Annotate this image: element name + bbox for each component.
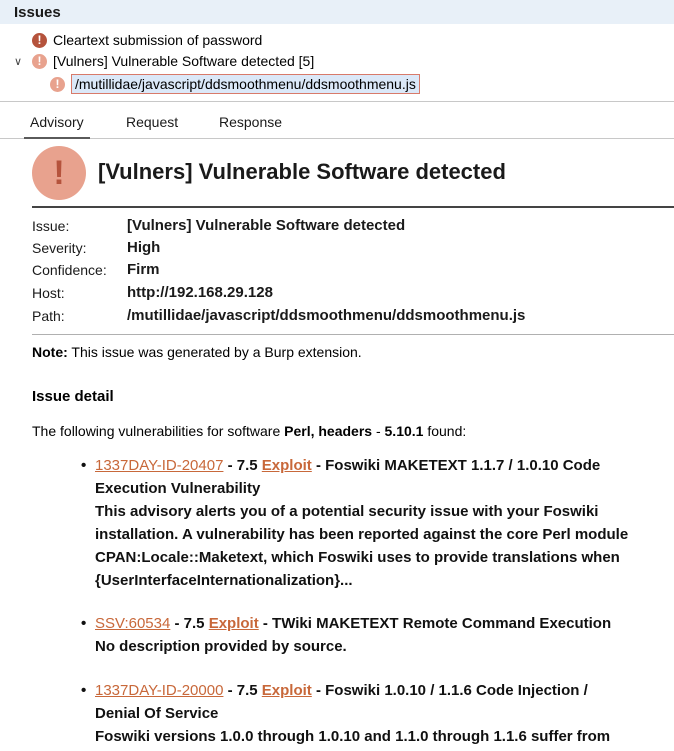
- issue-value: [Vulners] Vulnerable Software detected: [127, 217, 406, 234]
- note-label: Note:: [32, 344, 68, 360]
- tab-response[interactable]: Response: [219, 114, 282, 130]
- vuln-item: • SSV:60534 - 7.5 Exploit - TWiki MAKETE…: [81, 612, 674, 658]
- severity-value: High: [127, 239, 161, 256]
- confidence-label: Confidence:: [32, 262, 107, 278]
- vuln-id-link[interactable]: 1337DAY-ID-20407: [95, 457, 223, 474]
- tree-item-vulners[interactable]: ∨ ! [Vulners] Vulnerable Software detect…: [14, 51, 314, 71]
- tab-request[interactable]: Request: [126, 114, 178, 130]
- vuln-line: Denial Of Service: [95, 705, 219, 722]
- issue-severity-high-icon: !: [32, 32, 47, 48]
- issue-detail-intro: The following vulnerabilities for softwa…: [32, 423, 466, 439]
- advisory-heading: [Vulners] Vulnerable Software detected: [98, 159, 506, 184]
- tree-divider: [0, 101, 674, 102]
- vuln-line: No description provided by source.: [95, 638, 347, 655]
- heading-rule: [32, 206, 674, 208]
- vuln-title-line: 1337DAY-ID-20407 - 7.5 Exploit - Foswiki…: [95, 454, 674, 477]
- vuln-line: Foswiki versions 1.0.0 through 1.0.10 an…: [95, 728, 611, 745]
- vuln-line: installation. A vulnerability has been r…: [95, 526, 629, 543]
- severity-large-icon: !: [32, 146, 86, 200]
- bullet-icon: •: [81, 682, 87, 699]
- vuln-score: - 7.5: [223, 457, 262, 474]
- issues-panel-title: Issues: [14, 4, 61, 21]
- detail-tabs: Advisory Request Response: [0, 108, 674, 139]
- exploit-link[interactable]: Exploit: [262, 682, 312, 699]
- selected-path-label: /mutillidae/javascript/ddsmoothmenu/ddsm…: [71, 74, 420, 94]
- vuln-title-line: 1337DAY-ID-20000 - 7.5 Exploit - Foswiki…: [95, 679, 674, 702]
- path-label: Path:: [32, 308, 65, 324]
- vuln-item: • 1337DAY-ID-20000 - 7.5 Exploit - Foswi…: [81, 679, 674, 748]
- advisory-content: ! [Vulners] Vulnerable Software detected…: [0, 140, 674, 751]
- severity-label: Severity:: [32, 240, 87, 256]
- tree-item-cleartext[interactable]: ! Cleartext submission of password: [32, 30, 262, 50]
- host-label: Host:: [32, 285, 65, 301]
- vuln-score: - 7.5: [170, 615, 209, 632]
- bullet-icon: •: [81, 615, 87, 632]
- vuln-id-link[interactable]: 1337DAY-ID-20000: [95, 682, 223, 699]
- tab-advisory[interactable]: Advisory: [24, 114, 90, 139]
- host-value: http://192.168.29.128: [127, 284, 273, 301]
- tree-item-selected-path[interactable]: ! /mutillidae/javascript/ddsmoothmenu/dd…: [50, 74, 420, 94]
- path-value: /mutillidae/javascript/ddsmoothmenu/ddsm…: [127, 307, 526, 324]
- props-rule: [32, 334, 674, 335]
- tree-item-label: [Vulners] Vulnerable Software detected […: [53, 53, 315, 69]
- vuln-id-link[interactable]: SSV:60534: [95, 615, 170, 632]
- intro-end: found:: [423, 423, 467, 439]
- issue-severity-icon: !: [32, 53, 47, 69]
- vuln-title-line: SSV:60534 - 7.5 Exploit - TWiki MAKETEXT…: [95, 612, 674, 635]
- software-name: Perl, headers: [284, 423, 373, 439]
- vuln-title: - Foswiki 1.0.10 / 1.1.6 Code Injection …: [311, 682, 588, 699]
- chevron-down-icon[interactable]: ∨: [14, 55, 28, 68]
- software-version: 5.10.1: [384, 423, 424, 439]
- vuln-score: - 7.5: [223, 682, 262, 699]
- intro-text: The following vulnerabilities for softwa…: [32, 423, 285, 439]
- confidence-value: Firm: [127, 261, 160, 278]
- issues-tree: ! Cleartext submission of password ∨ ! […: [0, 24, 674, 100]
- vuln-line: {UserInterfaceInternationalization}...: [95, 572, 353, 589]
- issue-detail-title: Issue detail: [32, 388, 114, 405]
- vuln-line: CPAN:Locale::Maketext, which Foswiki use…: [95, 549, 620, 566]
- issues-panel-header: Issues: [0, 0, 674, 25]
- issue-severity-icon: !: [50, 76, 65, 92]
- vuln-title: - TWiki MAKETEXT Remote Command Executio…: [258, 615, 612, 632]
- note-text: This issue was generated by a Burp exten…: [67, 344, 362, 360]
- vuln-title: - Foswiki MAKETEXT 1.1.7 / 1.0.10 Code: [311, 457, 601, 474]
- vuln-line: Execution Vulnerability: [95, 480, 261, 497]
- tree-item-label: Cleartext submission of password: [53, 32, 263, 48]
- intro-separator: -: [372, 423, 385, 439]
- note: Note: This issue was generated by a Burp…: [32, 344, 362, 360]
- exploit-link[interactable]: Exploit: [209, 615, 259, 632]
- exploit-link[interactable]: Exploit: [262, 457, 312, 474]
- vuln-line: This advisory alerts you of a potential …: [95, 503, 599, 520]
- bullet-icon: •: [81, 457, 87, 474]
- vuln-item: • 1337DAY-ID-20407 - 7.5 Exploit - Foswi…: [81, 454, 674, 592]
- issue-label: Issue:: [32, 218, 70, 234]
